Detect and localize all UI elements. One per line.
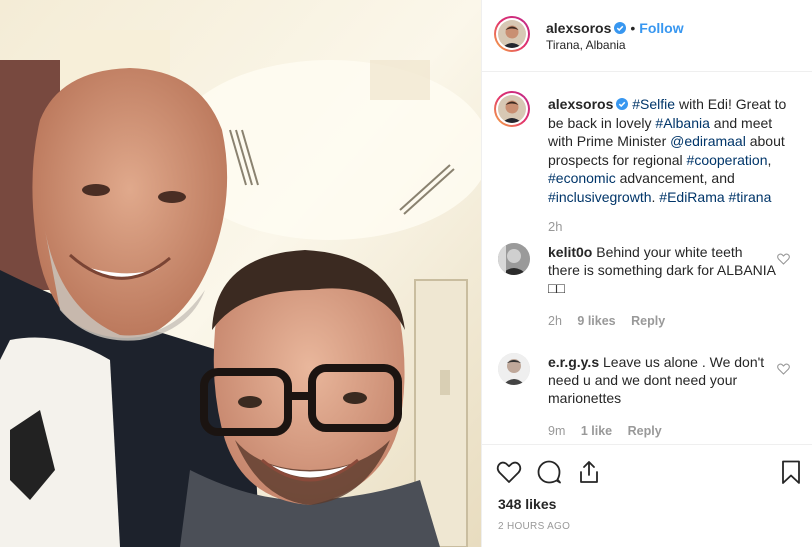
author-username[interactable]: alexsoros: [546, 20, 611, 36]
comment-likes[interactable]: 1 like: [581, 424, 612, 438]
comment-meta: 2h 9 likes Reply: [548, 314, 677, 328]
hashtag-link[interactable]: #Albania: [655, 115, 710, 131]
mention-link[interactable]: @ediramaal: [670, 133, 746, 149]
comment-username[interactable]: kelit0o: [548, 244, 592, 260]
caption-author-avatar[interactable]: [494, 91, 530, 127]
author-avatar[interactable]: [494, 16, 530, 52]
comment-avatar[interactable]: [498, 243, 530, 275]
comment-meta: 9m 1 like Reply: [548, 424, 674, 438]
likes-count[interactable]: 348 likes: [498, 496, 556, 512]
caption-text: #Selfie with Edi! Great to be back in lo…: [548, 96, 786, 205]
verified-icon: [614, 22, 627, 34]
post-header: alexsoros • Follow Tirana, Albania: [482, 0, 812, 72]
hashtag-link[interactable]: #economic: [548, 170, 616, 186]
caption-text-segment: ,: [767, 151, 772, 168]
comment-like-heart-icon[interactable]: [777, 253, 790, 265]
hashtag-link[interactable]: #Selfie: [632, 96, 675, 112]
caption-text-segment: advancement, and: [615, 170, 735, 186]
comment-username[interactable]: e.r.g.y.s: [548, 354, 599, 370]
selfie-image: [0, 0, 481, 547]
comment-icon[interactable]: [536, 459, 562, 485]
follow-button[interactable]: Follow: [639, 20, 683, 36]
reply-button[interactable]: Reply: [628, 424, 662, 438]
caption-username[interactable]: alexsoros: [548, 96, 613, 112]
bookmark-icon[interactable]: [778, 459, 804, 485]
reply-button[interactable]: Reply: [631, 314, 665, 328]
comment-item: kelit0o Behind your white teeth there is…: [548, 243, 778, 297]
hashtag-link[interactable]: #tirana: [729, 189, 772, 205]
separator-dot: •: [630, 20, 636, 36]
post-photo[interactable]: [0, 0, 481, 547]
caption-time[interactable]: 2h: [548, 219, 562, 234]
comment-avatar[interactable]: [498, 353, 530, 385]
comment-like-heart-icon[interactable]: [777, 363, 790, 375]
post-side-panel: alexsoros • Follow Tirana, Albania alexsor…: [481, 0, 812, 547]
verified-icon: [616, 98, 629, 110]
hashtag-link[interactable]: #EdiRama: [659, 189, 724, 205]
heart-icon[interactable]: [496, 459, 522, 485]
hashtag-link[interactable]: #inclusivegrowth: [548, 189, 652, 205]
hashtag-link[interactable]: #cooperation: [687, 152, 768, 168]
post-caption: alexsoros #Selfie with Edi! Great to be …: [548, 95, 798, 206]
instagram-post: alexsoros • Follow Tirana, Albania alexsor…: [0, 0, 812, 547]
comment-time[interactable]: 9m: [548, 424, 565, 438]
post-location[interactable]: Tirana, Albania: [546, 38, 626, 52]
post-actions: 348 likes 2 HOURS AGO: [482, 444, 812, 547]
comment-time[interactable]: 2h: [548, 314, 562, 328]
comment-likes[interactable]: 9 likes: [577, 314, 615, 328]
posted-timestamp[interactable]: 2 HOURS AGO: [498, 521, 570, 532]
share-icon[interactable]: [576, 459, 602, 485]
comment-item: e.r.g.y.s Leave us alone . We don't need…: [548, 353, 778, 407]
